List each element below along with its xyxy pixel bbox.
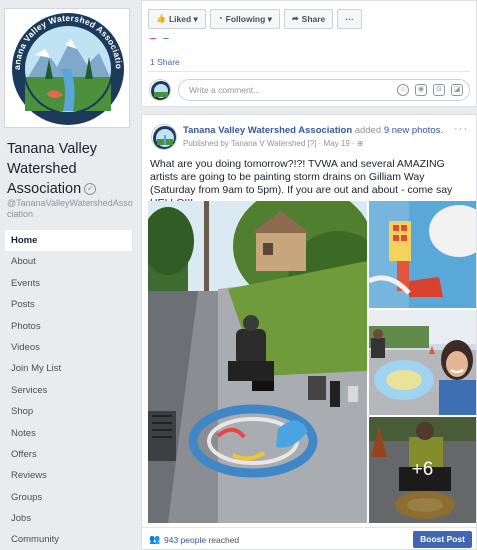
- post-photos-link[interactable]: 9 new photos.: [384, 125, 443, 136]
- divider: [148, 71, 470, 72]
- camera-icon[interactable]: ◉: [415, 84, 427, 96]
- post-header: Tanana Valley Watershed Association adde…: [183, 125, 443, 136]
- more-photos-overlay[interactable]: +6: [369, 417, 476, 523]
- following-label: Following ▾: [225, 14, 272, 24]
- post-options-icon[interactable]: ···: [454, 123, 468, 135]
- more-options-button[interactable]: ···: [337, 9, 362, 29]
- photo-character-art[interactable]: [369, 201, 476, 308]
- comment-tools: ☺ ◉ G ◪: [397, 84, 463, 96]
- post-added-text: added: [354, 125, 382, 136]
- watershed-logo-icon: [153, 126, 176, 149]
- nav-item-photos[interactable]: Photos: [5, 316, 132, 337]
- nav-item-groups[interactable]: Groups: [5, 487, 132, 508]
- page-sidebar: Tanana Valley Watershed Association Tana…: [0, 0, 138, 550]
- share-button[interactable]: ➦ Share: [283, 9, 334, 29]
- nav-item-services[interactable]: Services: [5, 380, 132, 401]
- selfie-photo-icon: [369, 310, 476, 415]
- character-art-photo-icon: [369, 201, 476, 308]
- watershed-logo-icon: [151, 81, 170, 100]
- comment-input[interactable]: [189, 85, 369, 95]
- page-nav: Home About Events Posts Photos Videos Jo…: [5, 230, 132, 550]
- post-published-by: Published by Tanana V Watershed [?] · Ma…: [183, 139, 355, 148]
- rss-icon: ◔: [217, 14, 223, 23]
- reach-suffix: reached: [206, 535, 240, 545]
- liked-label: Liked ▾: [168, 14, 198, 24]
- people-icon: 👥: [149, 534, 161, 544]
- thumbs-up-icon: 👍: [156, 14, 166, 23]
- nav-item-reviews[interactable]: Reviews: [5, 465, 132, 486]
- share-arrow-icon: ➦: [291, 14, 299, 23]
- watershed-logo-icon: Tanana Valley Watershed Association: [5, 9, 124, 125]
- reach-text: 943 people reached: [164, 535, 239, 545]
- photo-selfie[interactable]: [369, 310, 476, 415]
- more-label: ···: [345, 14, 354, 24]
- cropped-reactions-line: [148, 31, 348, 39]
- globe-icon: ⊕: [356, 139, 364, 148]
- nav-item-about[interactable]: About: [5, 251, 132, 272]
- more-photos-count: +6: [411, 459, 434, 480]
- nav-item-home[interactable]: Home: [5, 230, 132, 252]
- verified-check-icon: ✓: [84, 183, 97, 196]
- nav-item-shop[interactable]: Shop: [5, 401, 132, 422]
- nav-item-jobs[interactable]: Jobs: [5, 508, 132, 529]
- nav-item-events[interactable]: Events: [5, 273, 132, 294]
- post-author-link[interactable]: Tanana Valley Watershed Association: [183, 125, 352, 136]
- share-count-link[interactable]: 1 Share: [150, 57, 180, 67]
- post-card: Tanana Valley Watershed Association adde…: [141, 114, 477, 550]
- page-title: Tanana Valley Watershed Association ✓: [7, 139, 135, 199]
- post-meta: Published by Tanana V Watershed [?] · Ma…: [183, 139, 364, 148]
- reach-number-link[interactable]: 943 people: [164, 535, 206, 545]
- post-insights-row: 👥 943 people reached Boost Post: [142, 527, 476, 550]
- emoji-icon[interactable]: ☺: [397, 84, 409, 96]
- photo-street-painting[interactable]: [148, 201, 367, 523]
- following-button[interactable]: ◔ Following ▾: [209, 9, 280, 29]
- nav-item-join-my-list[interactable]: Join My List: [5, 358, 132, 379]
- liked-button[interactable]: 👍 Liked ▾: [148, 9, 206, 29]
- share-label: Share: [301, 14, 326, 24]
- nav-item-videos[interactable]: Videos: [5, 337, 132, 358]
- boost-post-button[interactable]: Boost Post: [413, 531, 472, 548]
- photo-grid: +6: [148, 201, 476, 523]
- nav-item-offers[interactable]: Offers: [5, 444, 132, 465]
- street-painting-photo-icon: [148, 201, 367, 523]
- previous-post-footer: 👍 Liked ▾ ◔ Following ▾ ➦ Share ··· 1 Sh…: [141, 0, 477, 107]
- nav-item-notes[interactable]: Notes: [5, 423, 132, 444]
- page-handle: @TananaValleyWatershedAssociation: [7, 198, 133, 219]
- profile-picture[interactable]: Tanana Valley Watershed Association: [4, 8, 130, 128]
- commenter-avatar: [149, 79, 171, 101]
- sticker-icon[interactable]: ◪: [451, 84, 463, 96]
- post-author-avatar[interactable]: [151, 124, 177, 150]
- photo-volunteer[interactable]: +6: [369, 417, 476, 523]
- nav-item-posts[interactable]: Posts: [5, 294, 132, 315]
- gif-icon[interactable]: G: [433, 84, 445, 96]
- comment-input-wrapper: ☺ ◉ G ◪: [178, 79, 470, 101]
- page-action-row: 👍 Liked ▾ ◔ Following ▾ ➦ Share ···: [148, 9, 362, 29]
- nav-item-community[interactable]: Community: [5, 529, 132, 550]
